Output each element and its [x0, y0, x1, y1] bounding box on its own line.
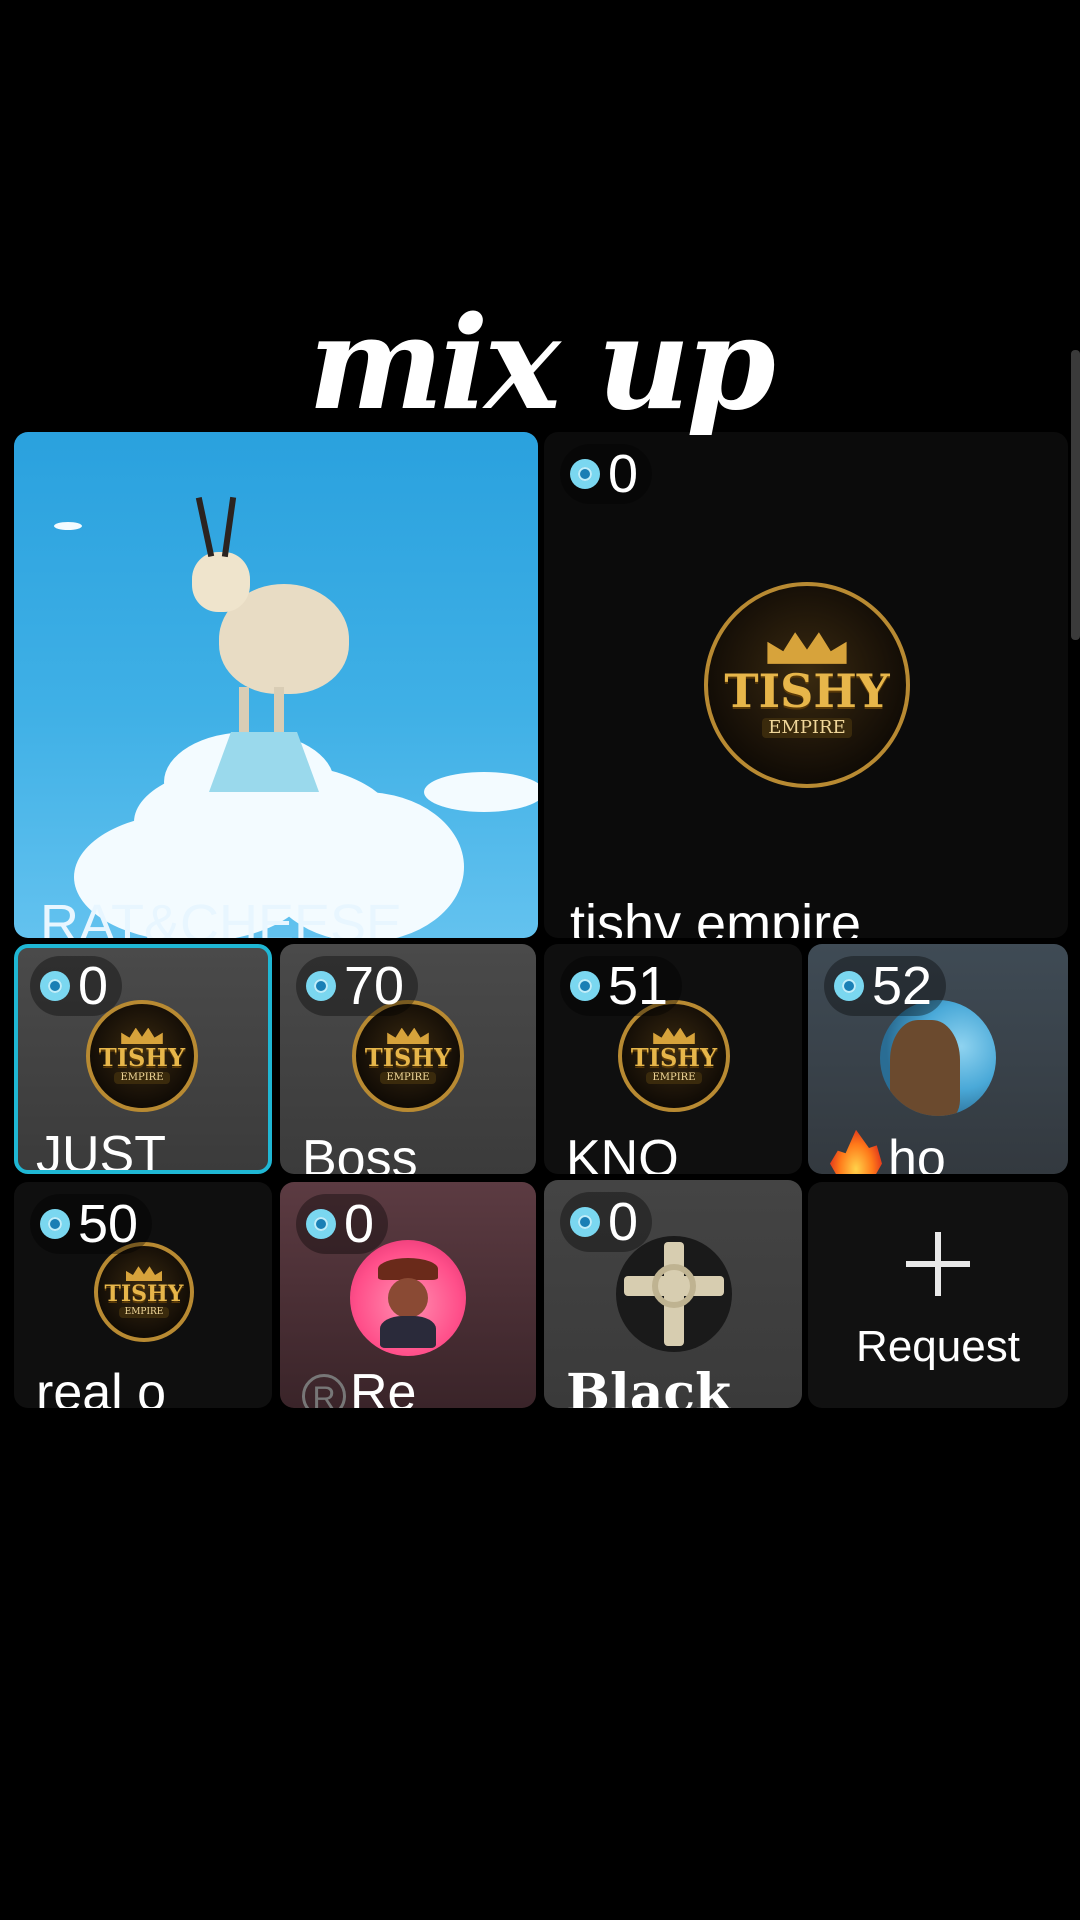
guest-name: JUST — [36, 1126, 166, 1174]
fire-icon — [830, 1129, 882, 1174]
host-name: RAT&CHEESE — [40, 894, 403, 938]
score-badge: 51 — [560, 956, 683, 1016]
score-badge: 0 — [30, 956, 123, 1016]
stream-title: mix up — [308, 289, 776, 439]
tishy-empire-avatar: TISHY EMPIRE — [94, 1242, 194, 1342]
score-badge: 0 — [560, 444, 653, 504]
score-badge: 0 — [296, 1194, 389, 1254]
guest-tile[interactable]: 52 ho — [808, 944, 1068, 1174]
request-seat-button[interactable]: Request — [808, 1182, 1068, 1408]
celtic-cross-avatar — [616, 1236, 732, 1352]
guest-tile[interactable]: 50 TISHY EMPIRE real o — [14, 1182, 272, 1408]
cohost-name: tishy empire — [570, 894, 862, 938]
user-photo-avatar — [880, 1000, 996, 1116]
guest-tile[interactable]: 0 Black — [544, 1180, 802, 1408]
diamond-icon — [306, 971, 336, 1001]
score-badge: 50 — [30, 1194, 153, 1254]
registered-icon: R — [302, 1374, 346, 1408]
guest-name: R Re — [302, 1365, 416, 1408]
plus-icon — [906, 1232, 970, 1296]
diamond-icon — [570, 459, 600, 489]
cohost-tile[interactable]: 0 TISHY EMPIRE tishy empire — [544, 432, 1068, 938]
guest-tile[interactable]: 51 TISHY EMPIRE KNO — [544, 944, 802, 1174]
guest-name: Boss — [302, 1130, 418, 1174]
guest-tile[interactable]: 0 TISHY EMPIRE JUST — [14, 944, 272, 1174]
guest-tile[interactable]: 0 R Re — [280, 1182, 536, 1408]
guest-tile[interactable]: 70 TISHY EMPIRE Boss — [280, 944, 536, 1174]
tishy-empire-avatar: TISHY EMPIRE — [86, 1000, 198, 1112]
tishy-empire-avatar: TISHY EMPIRE — [352, 1000, 464, 1112]
host-tile[interactable]: RAT&CHEESE — [14, 432, 538, 938]
diamond-icon — [306, 1209, 336, 1239]
diamond-icon — [570, 1207, 600, 1237]
guest-name: ho — [830, 1129, 946, 1174]
diamond-icon — [570, 971, 600, 1001]
diamond-icon — [40, 971, 70, 1001]
tishy-empire-avatar: TISHY EMPIRE — [704, 582, 910, 788]
score-badge: 70 — [296, 956, 419, 1016]
host-video — [14, 432, 538, 938]
guest-name: Black — [566, 1364, 732, 1408]
tishy-empire-avatar: TISHY EMPIRE — [618, 1000, 730, 1112]
request-label: Request — [856, 1322, 1020, 1371]
diamond-icon — [40, 1209, 70, 1239]
cartoon-avatar — [350, 1240, 466, 1356]
guest-name: real o — [36, 1364, 167, 1408]
score-badge: 52 — [824, 956, 947, 1016]
score-badge: 0 — [560, 1192, 653, 1252]
guest-name: KNO — [566, 1130, 679, 1174]
diamond-icon — [834, 971, 864, 1001]
